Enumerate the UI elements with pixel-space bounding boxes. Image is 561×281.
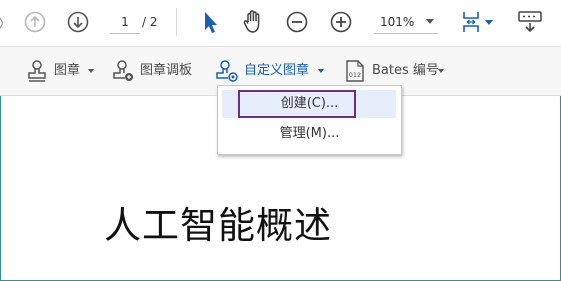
toolbar-divider: [176, 8, 177, 36]
custom-stamp-label: 自定义图章: [244, 63, 310, 78]
page-total: / 2: [142, 15, 158, 29]
stamp-icon: [28, 60, 46, 82]
stamp-button[interactable]: 图章: [26, 57, 96, 85]
custom-stamp-icon: [216, 60, 238, 82]
menu-item-create[interactable]: 创建(C)...: [218, 90, 401, 118]
bates-numbering-button[interactable]: 012 Bates 编号: [344, 57, 448, 85]
zoom-select[interactable]: 101%: [374, 10, 438, 34]
page-number-input[interactable]: 1: [110, 10, 140, 34]
document-title: 人工智能概述: [104, 204, 332, 247]
chevron-down-icon: [318, 69, 324, 73]
toolbar-edge-icon: [0, 17, 3, 29]
zoom-out-icon[interactable]: [284, 9, 310, 35]
menu-item-manage[interactable]: 管理(M)...: [218, 120, 401, 148]
stamp-label: 图章: [54, 63, 81, 78]
main-toolbar: 1 / 2 101%: [0, 0, 561, 47]
select-arrow-icon[interactable]: [197, 9, 223, 35]
stamp-palette-icon: [113, 60, 133, 81]
fit-page-icon[interactable]: [460, 9, 496, 35]
bates-document-icon: 012: [346, 60, 364, 82]
zoom-in-icon[interactable]: [328, 9, 354, 35]
svg-text:012: 012: [349, 71, 361, 79]
arrow-up-circle-icon[interactable]: [24, 11, 46, 33]
bates-label: Bates 编号: [372, 63, 439, 78]
hand-icon[interactable]: [240, 9, 266, 35]
stamp-palette-label: 图章调板: [140, 63, 193, 78]
custom-stamp-button[interactable]: 自定义图章: [216, 57, 328, 85]
keyboard-icon[interactable]: [515, 9, 545, 35]
chevron-down-icon: [438, 69, 444, 73]
chevron-down-icon: [88, 69, 94, 73]
custom-stamp-menu: 创建(C)... 管理(M)...: [217, 85, 402, 155]
stamp-palette-button[interactable]: 图章调板: [112, 57, 202, 85]
zoom-value: 101%: [380, 15, 415, 29]
chevron-down-icon: [426, 19, 434, 24]
arrow-down-circle-icon[interactable]: [67, 11, 89, 33]
